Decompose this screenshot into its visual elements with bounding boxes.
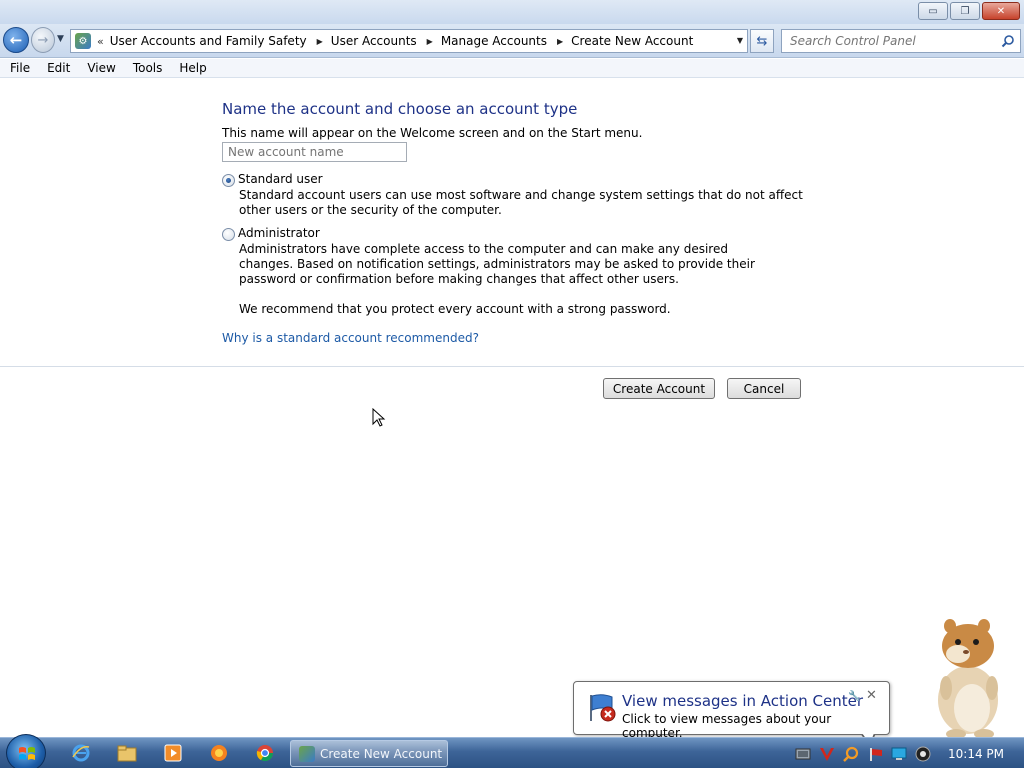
- refresh-button[interactable]: ⇆: [750, 29, 774, 53]
- display-icon[interactable]: [891, 746, 907, 762]
- menu-edit[interactable]: Edit: [37, 61, 77, 75]
- menu-tools[interactable]: Tools: [123, 61, 170, 75]
- standard-user-label[interactable]: Standard user: [238, 172, 323, 186]
- menu-bar: File Edit View Tools Help: [0, 59, 1024, 78]
- administrator-label[interactable]: Administrator: [238, 226, 320, 240]
- notification-close-icon[interactable]: ✕: [866, 688, 877, 703]
- menu-file[interactable]: File: [0, 61, 37, 75]
- cancel-button[interactable]: Cancel: [727, 378, 801, 399]
- breadcrumb-item[interactable]: Manage Accounts: [441, 34, 547, 48]
- navigation-bar: ← → ▼ ⚙ « User Accounts and Family Safet…: [0, 24, 1024, 58]
- breadcrumb: User Accounts and Family Safety ▶ User A…: [110, 34, 694, 48]
- media-player-icon[interactable]: [161, 742, 185, 764]
- mouse-cursor-icon: [372, 408, 386, 427]
- main-content: Name the account and choose an account t…: [0, 79, 1024, 737]
- recent-pages-dropdown[interactable]: ▼: [57, 34, 64, 44]
- chevron-right-icon[interactable]: ▶: [317, 37, 323, 46]
- address-bar[interactable]: ⚙ « User Accounts and Family Safety ▶ Us…: [70, 29, 748, 53]
- standard-user-radio[interactable]: [222, 174, 235, 187]
- taskbar-button-create-new-account[interactable]: Create New Account: [290, 740, 448, 767]
- account-name-input[interactable]: [222, 142, 407, 162]
- start-button[interactable]: [6, 734, 46, 768]
- why-standard-account-link[interactable]: Why is a standard account recommended?: [222, 331, 479, 345]
- volume-icon[interactable]: [915, 746, 931, 762]
- search-box[interactable]: [781, 29, 1021, 53]
- menu-view[interactable]: View: [77, 61, 122, 75]
- notification-title[interactable]: View messages in Action Center: [622, 692, 863, 710]
- forward-button[interactable]: →: [31, 27, 55, 53]
- windows-logo-icon: [19, 747, 35, 760]
- breadcrumb-item[interactable]: User Accounts and Family Safety: [110, 34, 307, 48]
- antivirus-icon[interactable]: [819, 746, 835, 762]
- firefox-icon[interactable]: [207, 742, 231, 764]
- hamster-mascot-icon: [938, 619, 998, 739]
- address-dropdown-icon[interactable]: ▼: [737, 36, 743, 45]
- settings-wrench-icon[interactable]: 🔧: [848, 691, 860, 702]
- create-account-button[interactable]: Create Account: [603, 378, 715, 399]
- breadcrumb-overflow[interactable]: «: [97, 35, 104, 48]
- refresh-icon: ⇆: [756, 33, 768, 49]
- password-recommendation: We recommend that you protect every acco…: [239, 302, 671, 316]
- window-titlebar: ▭ ❐ ✕: [0, 0, 1024, 24]
- taskbar-button-label: Create New Account: [320, 746, 443, 761]
- page-subtitle: This name will appear on the Welcome scr…: [222, 126, 643, 140]
- file-explorer-icon[interactable]: [115, 742, 139, 764]
- minimize-button[interactable]: ▭: [918, 2, 948, 20]
- divider: [0, 366, 1024, 367]
- search-input[interactable]: [790, 34, 990, 48]
- taskbar: Create New Account 10:14 PM: [0, 734, 1024, 768]
- administrator-description: Administrators have complete access to t…: [239, 242, 755, 286]
- chevron-right-icon[interactable]: ▶: [557, 37, 563, 46]
- close-button[interactable]: ✕: [982, 2, 1020, 20]
- notification-text[interactable]: Click to view messages about your comput…: [622, 712, 889, 740]
- chevron-right-icon[interactable]: ▶: [427, 37, 433, 46]
- administrator-radio[interactable]: [222, 228, 235, 241]
- action-center-tray-icon[interactable]: [868, 746, 884, 762]
- action-center-flag-icon: [590, 694, 616, 722]
- chrome-icon[interactable]: [253, 742, 277, 764]
- control-panel-icon: [299, 745, 315, 762]
- window-controls: ▭ ❐ ✕: [916, 2, 1020, 20]
- standard-user-description: Standard account users can use most soft…: [239, 188, 803, 217]
- page-title: Name the account and choose an account t…: [222, 100, 578, 118]
- clock[interactable]: 10:14 PM: [948, 747, 1004, 761]
- control-panel-icon: ⚙: [75, 33, 91, 49]
- search-icon[interactable]: [1001, 34, 1015, 48]
- breadcrumb-item-current[interactable]: Create New Account: [571, 34, 693, 48]
- breadcrumb-item[interactable]: User Accounts: [331, 34, 417, 48]
- network-icon[interactable]: [795, 746, 811, 762]
- internet-explorer-icon[interactable]: [69, 742, 93, 764]
- search-tray-icon[interactable]: [843, 746, 859, 762]
- maximize-button[interactable]: ❐: [950, 2, 980, 20]
- menu-help[interactable]: Help: [169, 61, 213, 75]
- back-button[interactable]: ←: [3, 27, 29, 53]
- action-center-notification[interactable]: View messages in Action Center Click to …: [573, 681, 890, 740]
